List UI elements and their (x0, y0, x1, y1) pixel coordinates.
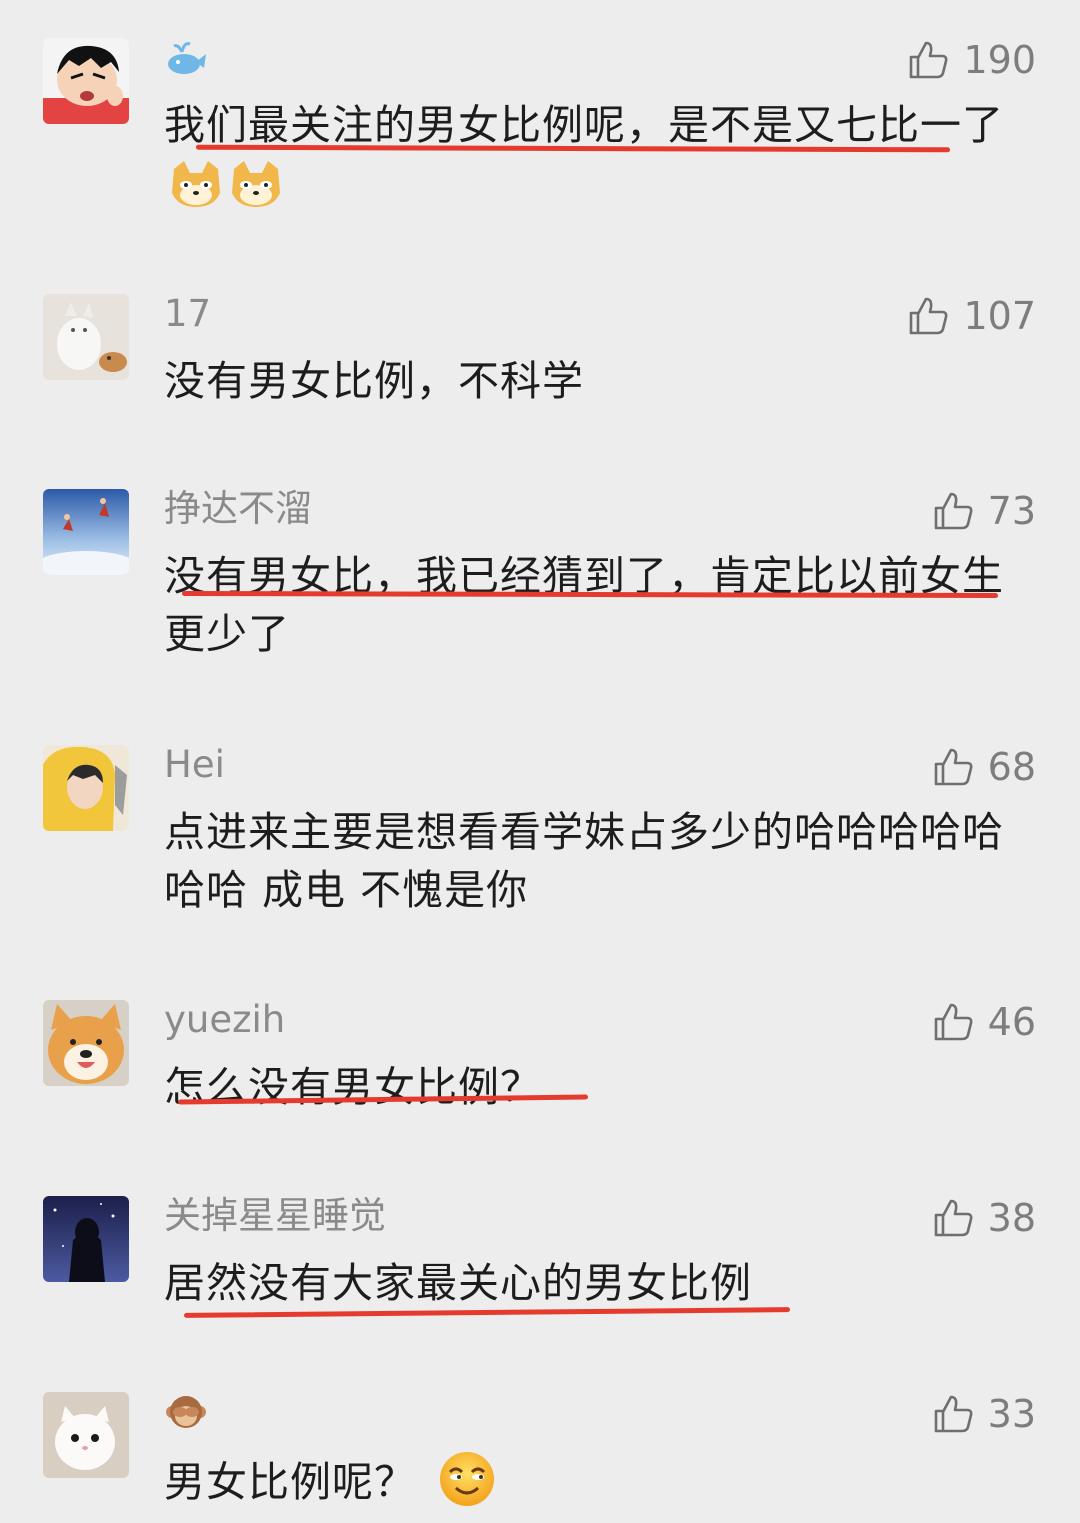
comment-text: 没有男女比，我已经猜到了，肯定比以前女生更少了 (164, 552, 1004, 658)
comment-text: 我们最关注的男女比例呢，是不是又七比一了 (164, 96, 1024, 224)
like-button[interactable]: 33 (932, 1392, 1036, 1436)
comment-item: 33 男女比例呢？ (0, 1392, 1080, 1512)
like-button[interactable]: 190 (907, 38, 1036, 82)
grinning-face-emoji (438, 1450, 496, 1523)
comment-item: 17 107 没有男女比例，不科学 (0, 294, 1080, 414)
avatar[interactable] (43, 38, 129, 124)
comment-item: 挣达不溜 73 没有男女比，我已经猜到了，肯定比以前女生更少了 (0, 489, 1080, 669)
comment-text: 点进来主要是想看看学妹占多少的哈哈哈哈哈哈哈 成电 不愧是你 (164, 808, 1004, 914)
username[interactable]: Hei (164, 745, 225, 785)
thumbs-up-icon (934, 748, 973, 786)
comment-item: Hei 68 点进来主要是想看看学妹占多少的哈哈哈哈哈哈哈 成电 不愧是你 (0, 745, 1080, 925)
like-count: 33 (987, 1392, 1036, 1436)
username[interactable]: 17 (164, 294, 211, 334)
like-button[interactable]: 38 (932, 1196, 1036, 1240)
thumbs-up-icon (934, 492, 973, 530)
avatar[interactable] (43, 294, 129, 380)
comment-item: yuezih 46 怎么没有男女比例？ (0, 1000, 1080, 1120)
doge-emoji (228, 159, 284, 224)
avatar[interactable] (43, 1196, 129, 1282)
like-count: 68 (987, 745, 1036, 789)
like-count: 107 (963, 294, 1036, 338)
thumbs-up-icon (910, 297, 948, 335)
thumbs-up-icon (934, 1199, 973, 1237)
avatar[interactable] (43, 489, 129, 575)
username[interactable]: 关掉星星睡觉 (164, 1196, 386, 1236)
monkey-icon (166, 1396, 206, 1428)
like-button[interactable]: 107 (907, 294, 1036, 338)
like-button[interactable]: 46 (932, 1000, 1036, 1044)
comment-text: 没有男女比例，不科学 (164, 357, 584, 405)
username[interactable] (164, 38, 208, 78)
like-count: 73 (987, 489, 1036, 533)
doge-emoji (168, 159, 224, 224)
comment-text: 居然没有大家最关心的男女比例 (164, 1259, 752, 1307)
thumbs-up-icon (934, 1395, 973, 1433)
like-count: 46 (987, 1000, 1036, 1044)
username[interactable] (164, 1392, 208, 1432)
avatar[interactable] (43, 1000, 129, 1086)
whale-icon (168, 42, 206, 74)
comment-text: 男女比例呢？ (164, 1450, 1024, 1523)
thumbs-up-icon (934, 1003, 973, 1041)
username[interactable]: 挣达不溜 (164, 489, 312, 529)
avatar[interactable] (43, 1392, 129, 1478)
like-button[interactable]: 68 (932, 745, 1036, 789)
comment-text: 怎么没有男女比例？ (164, 1063, 542, 1111)
avatar[interactable] (43, 745, 129, 831)
comment-item: 190 我们最关注的男女比例呢，是不是又七比一了 (0, 38, 1080, 228)
thumbs-up-icon (910, 41, 948, 79)
like-count: 190 (963, 38, 1036, 82)
comment-item: 关掉星星睡觉 38 居然没有大家最关心的男女比例 (0, 1196, 1080, 1336)
like-count: 38 (987, 1196, 1036, 1240)
like-button[interactable]: 73 (932, 489, 1036, 533)
username[interactable]: yuezih (164, 1000, 285, 1040)
